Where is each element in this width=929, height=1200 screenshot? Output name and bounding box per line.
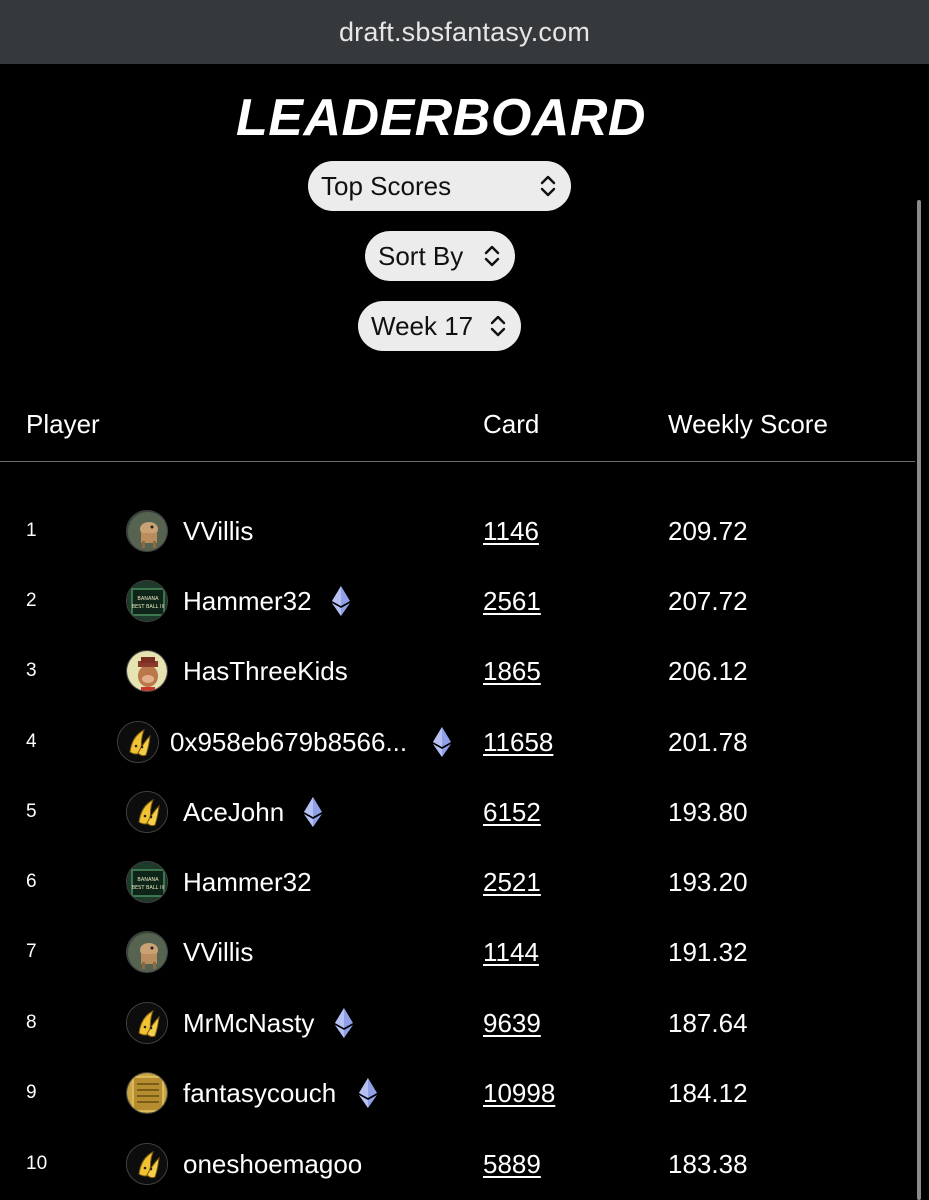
weekly-score: 206.12 xyxy=(668,656,748,686)
card-link[interactable]: 1146 xyxy=(483,516,539,547)
ethereum-icon xyxy=(303,796,323,828)
card-link[interactable]: 9639 xyxy=(483,1008,541,1039)
weekly-score: 193.20 xyxy=(668,867,748,897)
weekly-score: 207.72 xyxy=(668,586,748,616)
table-row: 1 VVillis 1146 209.72 xyxy=(0,501,915,561)
sort-by-value: Sort By xyxy=(378,240,464,271)
table-row: 10 oneshoemagoo 5889 183.38 xyxy=(0,1134,915,1194)
player-name[interactable]: Hammer32 xyxy=(183,586,312,617)
ethereum-icon xyxy=(358,1077,378,1109)
rank-number: 1 xyxy=(26,520,37,541)
dog-avatar[interactable] xyxy=(126,931,168,973)
sort-by-select[interactable]: Sort By xyxy=(365,231,515,281)
rank-number: 2 xyxy=(26,590,37,611)
dog-avatar[interactable] xyxy=(126,510,168,552)
player-name[interactable]: fantasycouch xyxy=(183,1078,336,1109)
rank-number: 10 xyxy=(26,1153,48,1174)
card-link[interactable]: 5889 xyxy=(483,1149,541,1180)
table-row: 2 BANANA BEST BALL III Hammer32 2561 207.72 xyxy=(0,571,915,631)
table-row: 5 AceJohn 6152 193.80 xyxy=(0,782,915,842)
card-link[interactable]: 10998 xyxy=(483,1078,555,1109)
player-name[interactable]: oneshoemagoo xyxy=(183,1149,362,1180)
week-select[interactable]: Week 17 xyxy=(358,301,521,351)
url-text: draft.sbsfantasy.com xyxy=(338,16,591,47)
weekly-score: 191.32 xyxy=(668,937,748,967)
column-header-card: Card xyxy=(483,409,540,439)
table-row: 6 BANANA BEST BALL III Hammer32 2521 193.20 xyxy=(0,852,915,912)
leaderboard-type-select[interactable]: Top Scores xyxy=(308,161,571,211)
chevron-updown-icon xyxy=(539,173,557,199)
rank-number: 5 xyxy=(26,801,37,822)
card-link[interactable]: 6152 xyxy=(483,797,541,828)
week-value: Week 17 xyxy=(371,310,474,341)
player-name[interactable]: 0x958eb679b8566... xyxy=(170,727,407,758)
browser-url-bar[interactable]: draft.sbsfantasy.com xyxy=(0,0,929,64)
weekly-score: 193.80 xyxy=(668,797,748,827)
player-name[interactable]: AceJohn xyxy=(183,797,284,828)
rank-number: 8 xyxy=(26,1012,37,1033)
table-row: 3 HasThreeKids 1865 206.12 xyxy=(0,641,915,701)
banana-avatar[interactable] xyxy=(117,721,159,763)
weekly-score: 184.12 xyxy=(668,1078,748,1108)
ethereum-icon xyxy=(331,585,351,617)
ethereum-icon xyxy=(432,726,452,758)
header-divider xyxy=(0,461,915,462)
svg-text:BEST BALL III: BEST BALL III xyxy=(132,604,165,610)
leaderboard-type-value: Top Scores xyxy=(321,170,452,201)
table-row: 9 fantasycouch 10998 184.12 xyxy=(0,1063,915,1123)
weekly-score: 209.72 xyxy=(668,516,748,546)
rank-number: 9 xyxy=(26,1082,37,1103)
svg-text:BANANA: BANANA xyxy=(137,877,159,883)
rank-number: 4 xyxy=(26,731,37,752)
card-link[interactable]: 2521 xyxy=(483,867,541,898)
banana-avatar[interactable] xyxy=(126,791,168,833)
card-link[interactable]: 2561 xyxy=(483,586,541,617)
table-row: 7 VVillis 1144 191.32 xyxy=(0,922,915,982)
banana-best-ball-avatar[interactable]: BANANA BEST BALL III xyxy=(126,580,168,622)
weekly-score: 183.38 xyxy=(668,1149,748,1179)
svg-text:BANANA: BANANA xyxy=(137,596,159,602)
column-header-player: Player xyxy=(26,409,100,439)
player-name[interactable]: VVillis xyxy=(183,937,253,968)
card-link[interactable]: 1144 xyxy=(483,937,539,968)
rank-number: 6 xyxy=(26,871,37,892)
table-row: 8 MrMcNasty 9639 187.64 xyxy=(0,993,915,1053)
rank-number: 3 xyxy=(26,660,37,681)
weekly-score: 201.78 xyxy=(668,727,748,757)
ape-avatar[interactable] xyxy=(126,650,168,692)
gold-card-avatar[interactable] xyxy=(126,1072,168,1114)
chevron-updown-icon xyxy=(483,243,501,269)
chevron-updown-icon xyxy=(489,313,507,339)
scrollbar[interactable] xyxy=(917,200,921,1200)
card-link[interactable]: 1865 xyxy=(483,656,541,687)
player-name[interactable]: HasThreeKids xyxy=(183,656,348,687)
weekly-score: 187.64 xyxy=(668,1008,748,1038)
svg-text:BEST BALL III: BEST BALL III xyxy=(132,885,165,891)
table-row: 4 0x958eb679b8566... 11658 201.78 xyxy=(0,712,915,772)
banana-avatar[interactable] xyxy=(126,1143,168,1185)
ethereum-icon xyxy=(334,1007,354,1039)
banana-avatar[interactable] xyxy=(126,1002,168,1044)
card-link[interactable]: 11658 xyxy=(483,727,553,758)
player-name[interactable]: Hammer32 xyxy=(183,867,312,898)
page-title: LEADERBOARD xyxy=(236,89,646,147)
player-name[interactable]: MrMcNasty xyxy=(183,1008,314,1039)
banana-best-ball-avatar[interactable]: BANANA BEST BALL III xyxy=(126,861,168,903)
column-header-weekly-score: Weekly Score xyxy=(668,409,828,439)
player-name[interactable]: VVillis xyxy=(183,516,253,547)
rank-number: 7 xyxy=(26,941,37,962)
